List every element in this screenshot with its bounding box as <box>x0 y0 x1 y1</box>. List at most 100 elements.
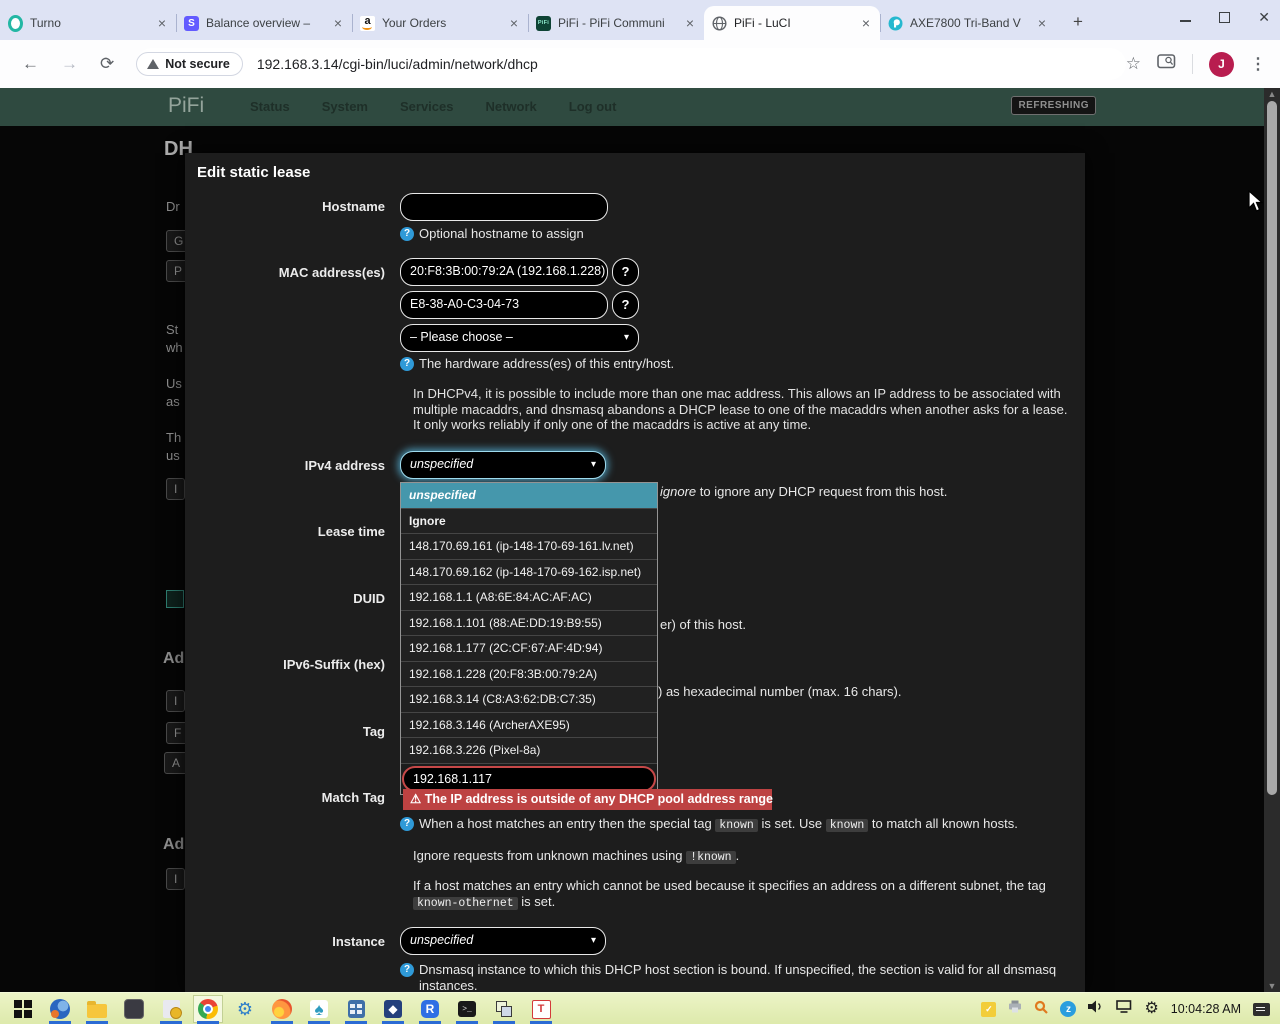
window-restore-button[interactable] <box>1219 12 1230 23</box>
back-icon[interactable]: ← <box>22 54 39 74</box>
dropdown-option[interactable]: 192.168.1.1 (A8:6E:84:AC:AF:AC) <box>401 585 657 611</box>
search-icon[interactable] <box>1034 1000 1048 1019</box>
tab-pifi-luci-active[interactable]: PiFi - LuCI × <box>704 6 880 40</box>
tray-settings-gear-icon[interactable]: ⚙ <box>1144 1001 1158 1017</box>
hostname-label: Hostname <box>185 199 385 214</box>
taskbar-app-r-icon[interactable]: R <box>416 996 444 1022</box>
tray-app-z-icon[interactable]: z <box>1060 1001 1076 1017</box>
mac-browse-button-1[interactable]: ? <box>612 258 639 286</box>
url-field[interactable]: Not secure 192.168.3.14/cgi-bin/luci/adm… <box>136 48 1126 80</box>
hostname-help: Optional hostname to assign <box>419 226 584 242</box>
taskbar-virtualbox-icon[interactable]: ◆ <box>379 996 407 1022</box>
mac-label: MAC address(es) <box>185 265 385 280</box>
bookmark-star-icon[interactable]: ☆ <box>1126 54 1141 74</box>
nav-services[interactable]: Services <box>400 99 454 114</box>
lease-time-label: Lease time <box>185 524 385 539</box>
taskbar-firefox-icon[interactable] <box>268 996 296 1022</box>
notification-center-icon[interactable] <box>1253 1003 1270 1016</box>
dropdown-option-ignore[interactable]: Ignore <box>401 509 657 535</box>
scroll-up-icon[interactable]: ▲ <box>1264 88 1280 100</box>
taskbar-terminal-icon[interactable]: >_ <box>453 996 481 1022</box>
taskbar-calculator-icon[interactable] <box>342 996 370 1022</box>
taskbar-chrome-icon[interactable] <box>194 996 222 1022</box>
tab-strip: Turno × S Balance overview – × a Your Or… <box>0 0 1280 40</box>
dropdown-option[interactable]: 192.168.1.228 (20:F8:3B:00:79:2A) <box>401 662 657 688</box>
forward-icon[interactable]: → <box>61 54 78 74</box>
tab-close-icon[interactable]: × <box>508 16 520 30</box>
sticky-note-icon[interactable]: ✓ <box>981 1002 996 1017</box>
taskbar-file-explorer-icon[interactable] <box>83 996 111 1022</box>
refreshing-badge: REFRESHING <box>1011 96 1096 115</box>
tab-your-orders[interactable]: a Your Orders × <box>352 6 528 40</box>
start-button[interactable] <box>9 996 37 1022</box>
network-icon[interactable] <box>1116 1000 1132 1018</box>
mac-choose-select[interactable]: – Please choose – ▾ <box>400 324 639 352</box>
taskbar-settings-gear-icon[interactable]: ⚙ <box>231 996 259 1022</box>
tab-close-icon[interactable]: × <box>860 16 872 30</box>
reload-icon[interactable]: ⟳ <box>100 54 114 74</box>
nav-status[interactable]: Status <box>250 99 290 114</box>
tab-balance-overview[interactable]: S Balance overview – × <box>176 6 352 40</box>
instance-select[interactable]: unspecified ▾ <box>400 927 606 955</box>
instance-label: Instance <box>185 934 385 949</box>
tab-title: AXE7800 Tri-Band V <box>910 16 1029 30</box>
tab-turno[interactable]: Turno × <box>0 6 176 40</box>
window-minimize-button[interactable] <box>1180 12 1191 22</box>
scrollbar-thumb[interactable] <box>1267 101 1277 795</box>
match-tag-help-1: When a host matches an entry then the sp… <box>419 816 1079 834</box>
ipv4-custom-input[interactable]: 192.168.1.117 <box>402 766 656 792</box>
mac-input-2[interactable]: E8-38-A0-C3-04-73 <box>400 291 608 319</box>
security-chip[interactable]: Not secure <box>136 52 243 76</box>
tab-close-icon[interactable]: × <box>1036 16 1048 30</box>
tab-axe7800[interactable]: AXE7800 Tri-Band V × <box>880 6 1056 40</box>
amazon-favicon-icon: a <box>360 16 375 31</box>
bg-text-fragment: Dr <box>166 199 180 214</box>
bg-text-fragment: Th <box>166 430 181 445</box>
turno-favicon-icon <box>8 16 23 31</box>
tab-close-icon[interactable]: × <box>684 16 696 30</box>
dropdown-option[interactable]: 148.170.69.162 (ip-148-170-69-162.isp.ne… <box>401 560 657 586</box>
ipv4-select[interactable]: unspecified ▾ <box>400 451 606 479</box>
ipv6-help-fragment: ) as hexadecimal number (max. 16 chars). <box>658 684 901 700</box>
nav-system[interactable]: System <box>322 99 368 114</box>
clock[interactable]: 10:04:28 AM <box>1171 1002 1241 1016</box>
taskbar: ⚙ ♠ ◆ R >_ T ✓ z ⚙ 10:04:28 AM <box>0 992 1280 1024</box>
dropdown-option[interactable]: 192.168.1.177 (2C:CF:67:AF:4D:94) <box>401 636 657 662</box>
mac-browse-button-2[interactable]: ? <box>612 291 639 319</box>
tab-pifi-community[interactable]: PiFi PiFi - PiFi Communi × <box>528 6 704 40</box>
bg-heading-fragment: Ad <box>163 836 184 854</box>
scroll-down-icon[interactable]: ▼ <box>1264 980 1280 992</box>
not-secure-warning-icon <box>147 59 159 69</box>
browser-menu-icon[interactable]: ⋮ <box>1250 54 1266 74</box>
taskbar-app-dark-icon[interactable] <box>120 996 148 1022</box>
dropdown-option[interactable]: 192.168.3.146 (ArcherAXE95) <box>401 713 657 739</box>
dropdown-option[interactable]: 192.168.1.101 (88:AE:DD:19:B9:55) <box>401 611 657 637</box>
profile-avatar[interactable]: J <box>1209 52 1234 77</box>
nav-logout[interactable]: Log out <box>569 99 617 114</box>
side-panel-icon[interactable] <box>1157 54 1176 74</box>
taskbar-app-database-icon[interactable] <box>157 996 185 1022</box>
bg-button-fragment: I <box>166 690 185 712</box>
taskbar-app-t-icon[interactable]: T <box>527 996 555 1022</box>
taskbar-app-thunderbird-icon[interactable] <box>46 996 74 1022</box>
dropdown-option[interactable]: 148.170.69.161 (ip-148-170-69-161.lv.net… <box>401 534 657 560</box>
nav-network[interactable]: Network <box>485 99 536 114</box>
dropdown-option-unspecified[interactable]: unspecified <box>401 483 657 509</box>
mouse-cursor <box>1248 190 1265 219</box>
dropdown-option[interactable]: 192.168.3.226 (Pixel-8a) <box>401 738 657 764</box>
taskbar-app-teal-icon[interactable]: ♠ <box>305 996 333 1022</box>
volume-icon[interactable] <box>1088 1000 1104 1018</box>
tab-close-icon[interactable]: × <box>332 16 344 30</box>
tab-close-icon[interactable]: × <box>156 16 168 30</box>
window-close-button[interactable]: ✕ <box>1258 9 1270 26</box>
mac-input-1[interactable]: 20:F8:3B:00:79:2A (192.168.1.228) <box>400 258 608 286</box>
hostname-input[interactable] <box>400 193 608 221</box>
scrollbar[interactable]: ▲ ▼ <box>1264 88 1280 992</box>
dropdown-option[interactable]: 192.168.3.14 (C8:A3:62:DB:C7:35) <box>401 687 657 713</box>
code-known: known <box>715 819 758 832</box>
help-icon: ? <box>400 963 414 977</box>
new-tab-button[interactable]: + <box>1066 12 1090 32</box>
printer-icon[interactable] <box>1008 1000 1022 1018</box>
site-logo[interactable]: PiFi <box>168 94 204 118</box>
taskbar-remote-desktop-icon[interactable] <box>490 996 518 1022</box>
